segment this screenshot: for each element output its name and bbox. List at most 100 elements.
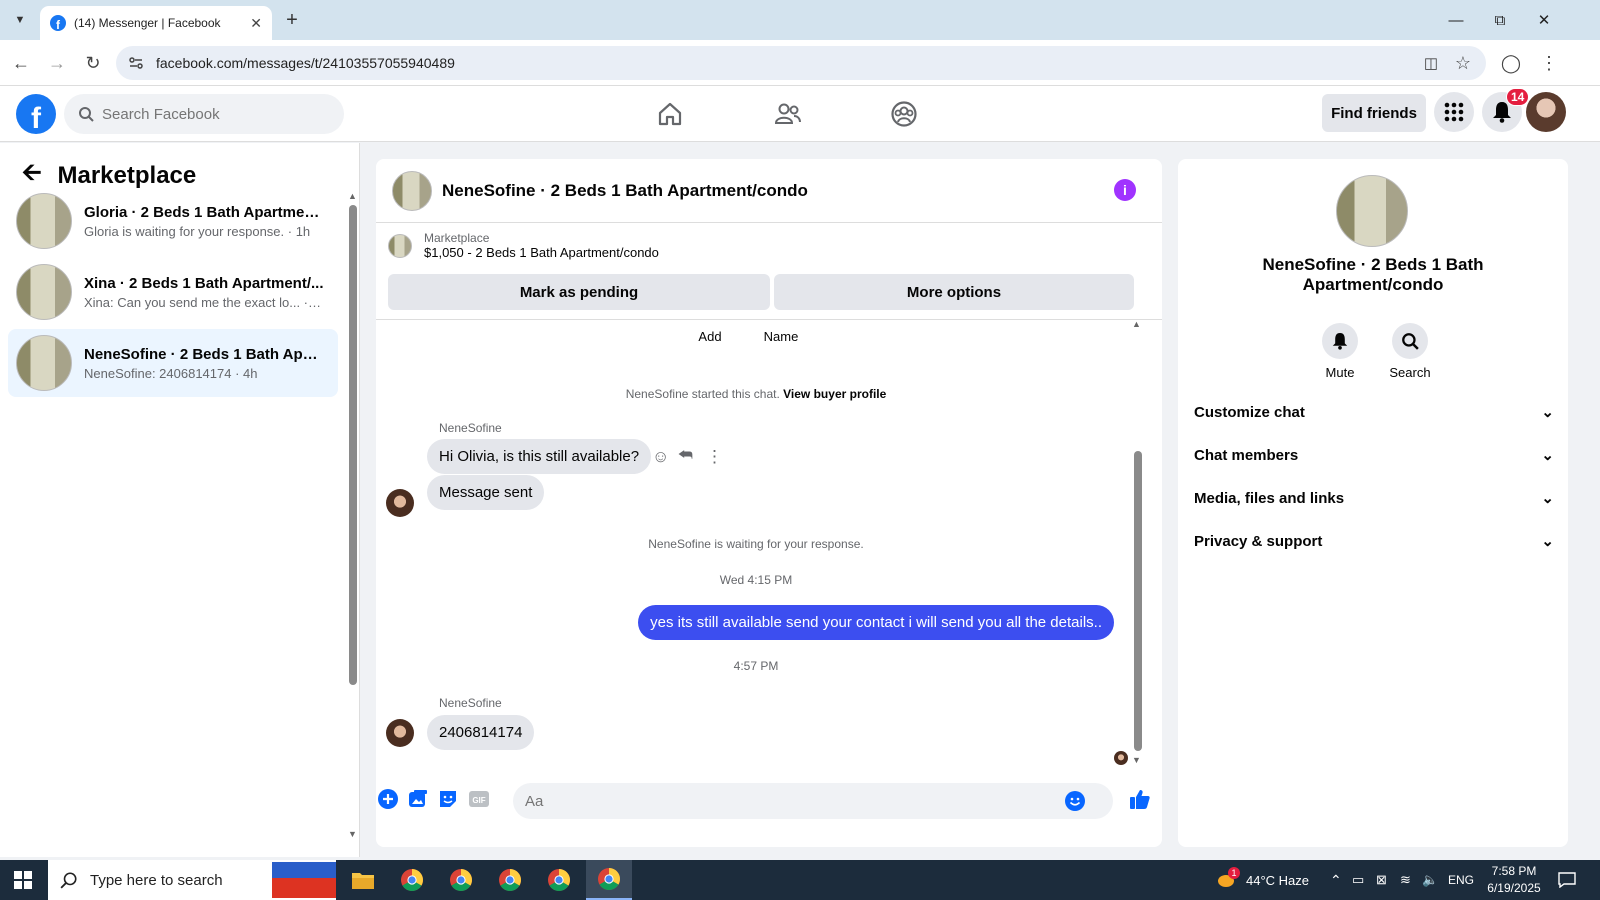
marketplace-listing-info[interactable]: Marketplace $1,050 - 2 Beds 1 Bath Apart… — [388, 231, 659, 260]
conversation-preview: Xina: Can you send me the exact lo... · … — [84, 294, 324, 310]
sticker-icon[interactable] — [436, 787, 460, 811]
profile-icon[interactable]: ◯ — [1498, 50, 1524, 76]
waiting-notice: NeneSofine is waiting for your response. — [648, 537, 864, 551]
chat-members-section[interactable]: Chat members ⌄ — [1194, 435, 1554, 475]
search-button[interactable]: Search — [1380, 323, 1440, 380]
show-hidden-icons-icon[interactable]: ⌃ — [1330, 860, 1342, 900]
forward-icon[interactable]: → — [44, 50, 70, 76]
chat-header: NeneSofine · 2 Beds 1 Bath Apartment/con… — [376, 159, 1162, 223]
chrome-icon-active[interactable] — [586, 860, 632, 900]
incoming-message[interactable]: 2406814174 — [427, 715, 535, 750]
customize-chat-section[interactable]: Customize chat ⌄ — [1194, 392, 1554, 432]
language-indicator[interactable]: ENG — [1448, 860, 1474, 900]
thumbs-up-icon[interactable] — [1128, 787, 1152, 811]
plus-circle-icon[interactable] — [376, 787, 400, 811]
sender-avatar[interactable] — [386, 719, 414, 747]
meet-now-icon[interactable]: ▭ — [1352, 860, 1364, 900]
outgoing-message[interactable]: yes its still available send your contac… — [638, 605, 1114, 640]
privacy-support-section[interactable]: Privacy & support ⌄ — [1194, 521, 1554, 561]
bookmark-star-icon[interactable]: ☆ — [1450, 50, 1476, 76]
tab-search-icon[interactable]: ▼ — [8, 8, 32, 32]
scroll-down-arrow-icon[interactable]: ▼ — [1132, 755, 1141, 765]
scroll-up-arrow-icon[interactable]: ▲ — [348, 191, 357, 201]
windows-start-icon[interactable] — [0, 860, 46, 900]
volume-icon[interactable]: 🔈 — [1422, 860, 1438, 900]
reply-icon[interactable]: ⮪ — [678, 447, 693, 465]
message-composer[interactable] — [513, 783, 1113, 819]
conversation-item-nenesofine[interactable]: NeneSofine · 2 Beds 1 Bath Apar... NeneS… — [8, 329, 338, 397]
reload-icon[interactable]: ↻ — [80, 50, 106, 76]
incoming-message[interactable]: Message sent — [427, 475, 545, 510]
marketplace-label: Marketplace — [424, 231, 490, 245]
tab-close-icon[interactable]: ✕ — [250, 15, 262, 32]
chrome-icon[interactable] — [487, 860, 533, 900]
new-tab-icon[interactable]: + — [280, 9, 304, 31]
url-bar[interactable]: facebook.com/messages/t/2410355705594048… — [116, 46, 1486, 80]
minimize-icon[interactable]: — — [1444, 8, 1468, 32]
emoji-icon[interactable] — [1065, 791, 1085, 811]
info-icon[interactable]: i — [1114, 179, 1136, 201]
browser-menu-icon[interactable]: ⋮ — [1536, 50, 1562, 76]
wifi-icon[interactable]: ≋ — [1400, 860, 1411, 900]
media-files-links-section[interactable]: Media, files and links ⌄ — [1194, 478, 1554, 518]
window-close-icon[interactable]: ✕ — [1532, 8, 1556, 32]
mark-as-pending-button[interactable]: Mark as pending — [388, 274, 770, 310]
chevron-down-icon: ⌄ — [1541, 404, 1554, 421]
groups-icon[interactable] — [884, 98, 924, 130]
photo-icon[interactable] — [406, 787, 430, 811]
restore-icon[interactable]: ⧉ — [1488, 8, 1512, 32]
facebook-logo[interactable]: f — [16, 94, 56, 134]
sender-avatar[interactable] — [386, 489, 414, 517]
message-input[interactable] — [525, 792, 1065, 810]
chat-listing-thumbnail[interactable] — [392, 170, 432, 211]
sidebar-scrollbar[interactable] — [349, 205, 357, 685]
facebook-search[interactable] — [64, 94, 344, 134]
install-app-icon[interactable]: ◫ — [1418, 50, 1444, 76]
weather-widget[interactable]: 1 44°C Haze — [1216, 860, 1309, 900]
react-icon[interactable]: ☺ — [652, 447, 669, 467]
chat-scrollbar[interactable] — [1134, 451, 1142, 751]
friends-icon[interactable] — [768, 98, 808, 130]
conversation-photo[interactable] — [1336, 175, 1408, 247]
conversation-item-gloria[interactable]: Gloria · 2 Beds 1 Bath Apartment... Glor… — [8, 187, 338, 255]
scroll-up-arrow-icon[interactable]: ▲ — [1132, 319, 1141, 329]
browser-tab[interactable]: f (14) Messenger | Facebook ✕ — [40, 6, 272, 40]
incoming-message[interactable]: Hi Olivia, is this still available? — [427, 439, 652, 474]
more-options-button[interactable]: More options — [774, 274, 1134, 310]
site-info-icon[interactable] — [128, 55, 144, 71]
add-action-label[interactable]: Add — [680, 329, 740, 344]
conversation-title-line1: NeneSofine · 2 Beds 1 Bath — [1262, 255, 1484, 274]
sender-name: NeneSofine — [439, 696, 502, 710]
menu-grid-icon[interactable] — [1434, 92, 1474, 132]
clock-time: 7:58 PM — [1491, 864, 1537, 878]
taskbar-search[interactable]: Type here to search — [48, 860, 336, 900]
gif-icon[interactable]: GIF — [467, 787, 491, 811]
search-icon — [1392, 323, 1428, 359]
chrome-icon[interactable] — [389, 860, 435, 900]
chevron-down-icon: ⌄ — [1541, 490, 1554, 507]
chat-title[interactable]: NeneSofine · 2 Beds 1 Bath Apartment/con… — [442, 181, 808, 201]
home-icon[interactable] — [650, 98, 690, 130]
chevron-down-icon: ⌄ — [1541, 533, 1554, 550]
conversation-info-panel: NeneSofine · 2 Beds 1 Bath Apartment/con… — [1178, 159, 1568, 847]
listing-thumbnail — [16, 193, 72, 249]
find-friends-button[interactable]: Find friends — [1322, 94, 1426, 132]
mute-button[interactable]: Mute — [1310, 323, 1370, 380]
conversation-item-xina[interactable]: Xina · 2 Beds 1 Bath Apartment/... Xina:… — [8, 258, 338, 326]
file-explorer-icon[interactable] — [340, 860, 386, 900]
scroll-down-arrow-icon[interactable]: ▼ — [348, 829, 357, 839]
facebook-search-input[interactable] — [102, 105, 322, 123]
more-icon[interactable]: ⋮ — [706, 447, 723, 467]
url-text: facebook.com/messages/t/2410355705594048… — [156, 55, 455, 71]
notification-center-icon[interactable] — [1558, 860, 1576, 900]
taskbar-search-placeholder: Type here to search — [90, 871, 223, 889]
name-action-label[interactable]: Name — [751, 329, 811, 344]
clock[interactable]: 7:58 PM 6/19/2025 — [1484, 860, 1544, 900]
chrome-icon[interactable] — [438, 860, 484, 900]
conversation-preview: NeneSofine: 2406814174 · 4h — [84, 365, 258, 381]
input-indicator-icon[interactable]: ⊠ — [1376, 860, 1387, 900]
back-icon[interactable]: ← — [8, 50, 34, 76]
account-avatar[interactable] — [1526, 92, 1566, 132]
chrome-icon[interactable] — [536, 860, 582, 900]
view-buyer-profile-link[interactable]: View buyer profile — [783, 387, 886, 401]
